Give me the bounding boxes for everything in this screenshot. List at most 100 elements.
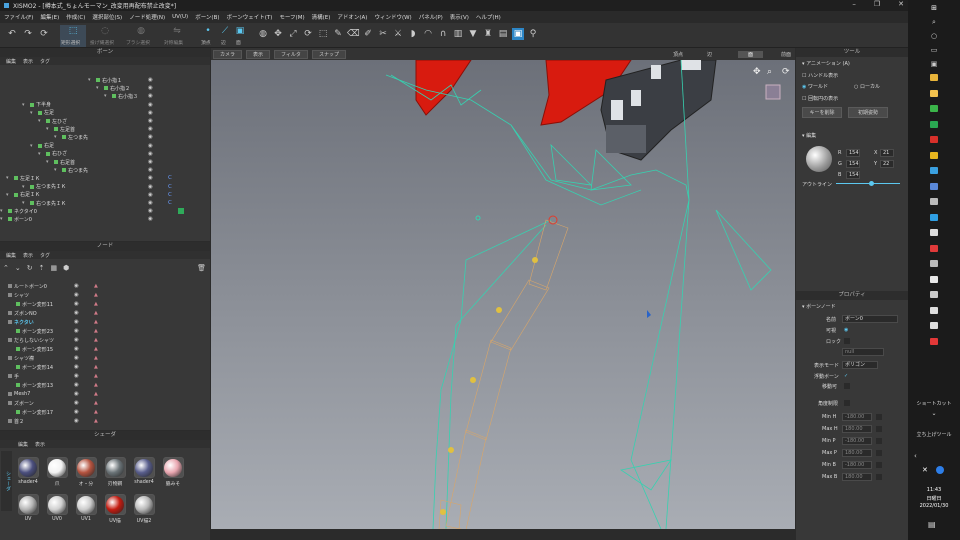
visibility-eye-icon[interactable]: ◉ [148, 216, 153, 222]
select-rect-button[interactable]: ⬚ 矩形選択 [60, 25, 86, 47]
menu-item[interactable]: 編集(E) [40, 13, 59, 21]
widgets-icon[interactable]: ▣ [929, 60, 939, 68]
tree-arrow-icon[interactable]: ▾ [54, 134, 57, 140]
menu-item[interactable]: ファイル(F) [4, 13, 33, 21]
node-item[interactable]: ボーン変形11 ◉ ▲ [0, 300, 210, 308]
lock-icon[interactable]: ▲ [94, 337, 98, 343]
visibility-eye-icon[interactable]: ◉ [148, 118, 153, 124]
visibility-eye-icon[interactable]: ◉ [148, 93, 153, 99]
collapse-chevron-icon[interactable]: ‹ [914, 452, 917, 460]
bone-item[interactable]: ▾ 右足首 ◉ [0, 158, 210, 166]
shader-item[interactable]: shader4 [16, 457, 40, 485]
filter-menu[interactable]: フィルタ [274, 49, 308, 59]
snap-menu[interactable]: スナップ [311, 49, 346, 59]
bone-item[interactable]: ▾ 下半身 ◉ [0, 101, 210, 109]
shader-item[interactable]: UV0 [45, 494, 69, 522]
restore-icon[interactable]: ❐ [874, 0, 880, 8]
monitor-icon[interactable] [930, 182, 938, 190]
r-input[interactable]: 154 [846, 149, 860, 157]
bone-item[interactable]: ▾ 右つま先 ◉ [0, 166, 210, 174]
expand-icon[interactable]: ⌄ [15, 264, 21, 276]
pen-icon[interactable]: ✎ [332, 28, 344, 40]
photo-icon[interactable] [930, 213, 938, 221]
visibility-eye-icon[interactable]: ◉ [148, 208, 153, 214]
visibility-eye-icon[interactable]: ◉ [74, 364, 79, 370]
lock-icon[interactable]: ▲ [94, 328, 98, 334]
lock-icon[interactable]: ▲ [94, 301, 98, 307]
mode-vertex-button[interactable]: • 頂点 [200, 25, 216, 47]
shader-item[interactable]: UV1 [74, 494, 98, 522]
tablet-icon[interactable] [930, 306, 938, 314]
menu-item[interactable]: 清構(E) [312, 13, 331, 21]
lock-icon[interactable]: ▲ [94, 373, 98, 379]
visibility-eye-icon[interactable]: ◉ [74, 391, 79, 397]
limit-checkbox[interactable] [876, 438, 882, 444]
target-icon[interactable] [930, 337, 938, 345]
bone-item[interactable]: ▾ ボーン0 ◉ [0, 215, 210, 223]
key-delete-button[interactable]: キーを削除 [802, 107, 842, 118]
zoom-icon[interactable]: ⌕ [767, 67, 772, 77]
3d-viewport[interactable]: ✥ ⌕ ⟳ [211, 60, 795, 529]
sphere-icon[interactable] [930, 275, 938, 283]
windows-start-icon[interactable]: ⊞ [929, 4, 939, 12]
limit-checkbox[interactable] [876, 450, 882, 456]
node-item[interactable]: 手 ◉ ▲ [0, 372, 210, 380]
node-item[interactable]: ルートボーン0 ◉ ▲ [0, 282, 210, 290]
shader-item[interactable]: UV描 [103, 494, 127, 524]
rotate-icon[interactable]: ⟳ [302, 28, 314, 40]
rotate-icon[interactable]: ↻ [27, 264, 33, 276]
magnet-icon[interactable]: ∩ [437, 28, 449, 40]
shader-item[interactable]: UV [16, 494, 40, 522]
box-icon[interactable]: ▤ [497, 28, 509, 40]
visibility-eye-icon[interactable]: ◉ [74, 301, 79, 307]
bone-item[interactable]: ▾ 右足 ◉ [0, 142, 210, 150]
tree-arrow-icon[interactable]: ▾ [38, 151, 41, 157]
node-item[interactable]: ボーン変形17 ◉ ▲ [0, 408, 210, 416]
search-icon[interactable]: ⌕ [929, 18, 939, 26]
node-item[interactable]: ボーン変形13 ◉ ▲ [0, 381, 210, 389]
menu-item[interactable]: 選択部位(S) [92, 13, 122, 21]
move-icon[interactable]: ✥ [272, 28, 284, 40]
menu-item[interactable]: ボーン(B) [195, 13, 219, 21]
redo-icon[interactable]: ↷ [22, 28, 34, 40]
shortcut-label[interactable]: ショートカット [908, 400, 960, 407]
task-view-icon[interactable]: ▭ [929, 46, 939, 54]
lock-icon[interactable]: ▲ [94, 418, 98, 424]
node-item[interactable]: だらしないシャツ ◉ ▲ [0, 336, 210, 344]
startup-tools-label[interactable]: 立ち上げツール [908, 431, 960, 438]
bone-item[interactable]: ▾ 右足ＩＫ ◉ C [0, 191, 210, 199]
lock-checkbox[interactable] [844, 338, 850, 344]
folder-icon[interactable] [930, 74, 938, 81]
tree-arrow-icon[interactable]: ▾ [54, 167, 57, 173]
file-explorer-icon[interactable] [930, 89, 938, 97]
shader-item[interactable]: 爪 [45, 457, 69, 487]
knife-icon[interactable]: ⚔ [392, 28, 404, 40]
globe-icon[interactable]: ◍ [257, 28, 269, 40]
visibility-eye-icon[interactable]: ◉ [74, 373, 79, 379]
lock-select[interactable]: null [842, 348, 884, 356]
arrow-icon[interactable] [930, 322, 938, 329]
view-cube-icon[interactable] [765, 84, 781, 100]
visibility-eye-icon[interactable]: ◉ [148, 200, 153, 206]
printer-icon[interactable] [930, 260, 938, 267]
lock-icon[interactable]: ▲ [94, 391, 98, 397]
visibility-eye-icon[interactable]: ◉ [74, 382, 79, 388]
comb-icon[interactable]: ▥ [452, 28, 464, 40]
brush-icon[interactable]: ✐ [362, 28, 374, 40]
bone-item[interactable]: ▾ 右小指３ ◉ [0, 92, 210, 100]
visibility-eye-icon[interactable]: ◉ [74, 319, 79, 325]
tree-arrow-icon[interactable]: ▾ [0, 208, 3, 214]
name-input[interactable]: ボーン0 [842, 315, 898, 323]
bone-node-marker[interactable] [475, 215, 481, 221]
tree-arrow-icon[interactable]: ▾ [38, 118, 41, 124]
visibility-eye-icon[interactable]: ◉ [148, 110, 153, 116]
node-item[interactable]: ズボンNO ◉ ▲ [0, 309, 210, 317]
bone-item[interactable]: ▾ 右小指２ ◉ [0, 84, 210, 92]
node-menu-tag[interactable]: タグ [40, 252, 50, 259]
limit-checkbox[interactable] [876, 414, 882, 420]
visibility-eye-icon[interactable]: ◉ [148, 134, 153, 140]
visibility-eye-icon[interactable]: ◉ [74, 337, 79, 343]
orbit-icon[interactable]: ⟳ [782, 67, 790, 77]
menu-item[interactable]: 作成(C) [66, 13, 85, 21]
tree-arrow-icon[interactable]: ▾ [30, 143, 33, 149]
